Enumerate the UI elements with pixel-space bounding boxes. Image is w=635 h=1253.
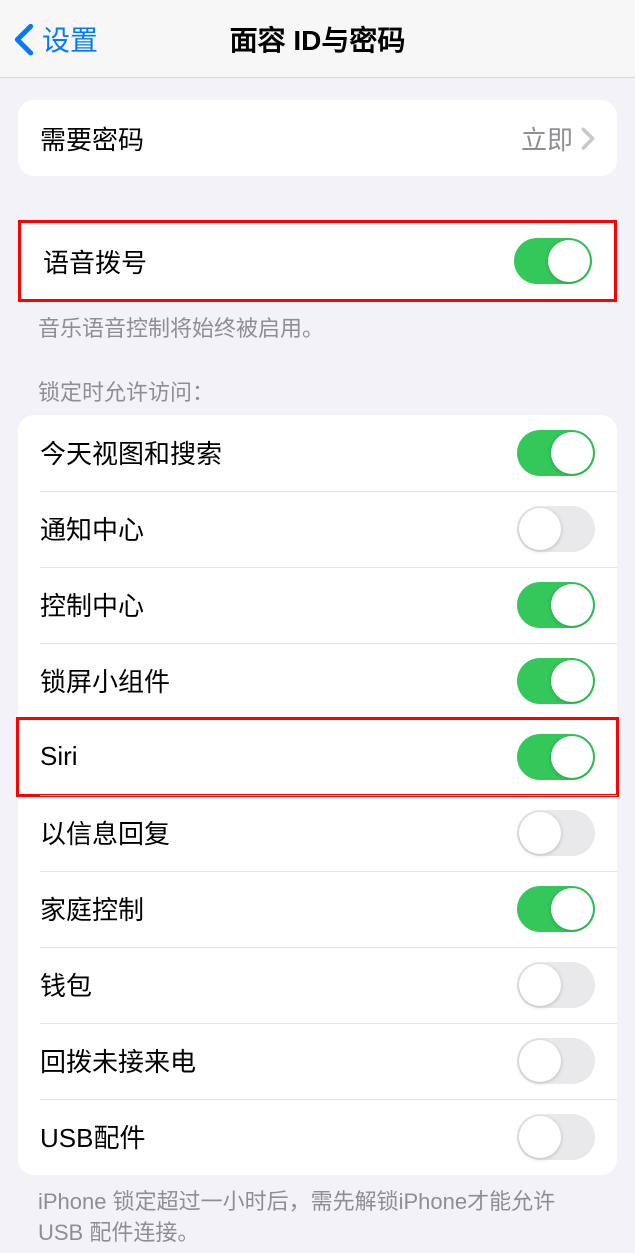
return-calls-row: 回拨未接来电 [18,1023,617,1099]
siri-toggle[interactable] [517,734,595,780]
voice-dial-group: 语音拨号 [18,220,617,302]
wallet-row: 钱包 [18,947,617,1023]
require-passcode-row[interactable]: 需要密码 立即 [18,100,617,176]
lock-widgets-toggle[interactable] [517,658,595,704]
wallet-toggle[interactable] [517,962,595,1008]
control-center-label: 控制中心 [40,586,517,623]
siri-row: Siri [18,719,617,795]
locked-access-header: 锁定时允许访问： [0,345,635,415]
voice-dial-row: 语音拨号 [21,223,614,299]
nav-header: 设置 面容 ID与密码 [0,0,635,78]
home-control-row: 家庭控制 [18,871,617,947]
require-passcode-label: 需要密码 [40,120,521,157]
back-button[interactable]: 设置 [0,19,98,59]
today-view-label: 今天视图和搜索 [40,434,517,471]
require-passcode-value: 立即 [521,120,573,157]
reply-message-row: 以信息回复 [18,795,617,871]
chevron-left-icon [14,23,34,55]
locked-access-group: 今天视图和搜索 通知中心 控制中心 锁屏小组件 Siri 以信息回复 家庭控制 [18,415,617,1175]
control-center-toggle[interactable] [517,582,595,628]
voice-dial-toggle[interactable] [514,238,592,284]
return-calls-toggle[interactable] [517,1038,595,1084]
usb-accessories-toggle[interactable] [517,1114,595,1160]
reply-message-toggle[interactable] [517,810,595,856]
home-control-label: 家庭控制 [40,890,517,927]
usb-accessories-label: USB配件 [40,1118,517,1155]
notification-center-toggle[interactable] [517,506,595,552]
lock-widgets-label: 锁屏小组件 [40,662,517,699]
usb-footer: iPhone 锁定超过一小时后，需先解锁iPhone才能允许 USB 配件连接。 [0,1175,635,1249]
home-control-toggle[interactable] [517,886,595,932]
back-label: 设置 [42,19,98,59]
siri-label: Siri [40,741,517,772]
notification-center-row: 通知中心 [18,491,617,567]
page-title: 面容 ID与密码 [230,19,406,59]
voice-dial-label: 语音拨号 [43,243,514,280]
usb-accessories-row: USB配件 [18,1099,617,1175]
notification-center-label: 通知中心 [40,510,517,547]
wallet-label: 钱包 [40,966,517,1003]
chevron-right-icon [581,127,595,149]
require-passcode-group: 需要密码 立即 [18,100,617,176]
voice-dial-footer: 音乐语音控制将始终被启用。 [0,302,635,345]
today-view-toggle[interactable] [517,430,595,476]
lock-widgets-row: 锁屏小组件 [18,643,617,719]
reply-message-label: 以信息回复 [40,814,517,851]
control-center-row: 控制中心 [18,567,617,643]
today-view-row: 今天视图和搜索 [18,415,617,491]
return-calls-label: 回拨未接来电 [40,1042,517,1079]
